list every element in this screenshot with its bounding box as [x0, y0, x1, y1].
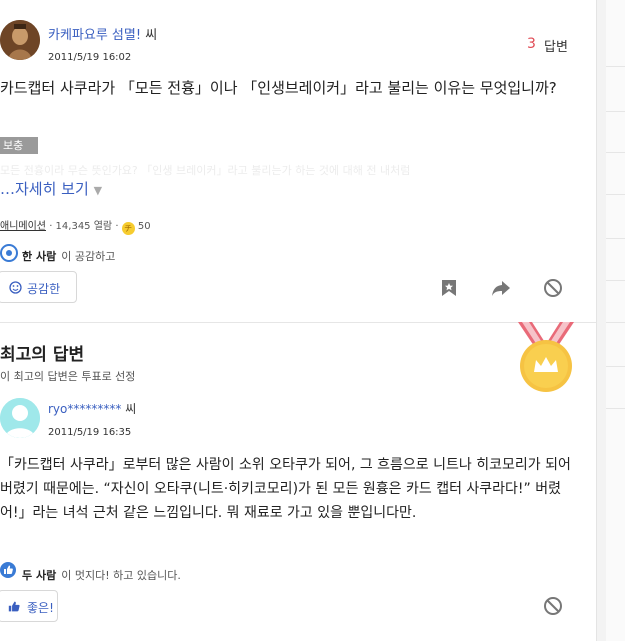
- like-summary: 두 사람 이 멋지다! 하고 있습니다.: [22, 564, 181, 583]
- answer-date: 2011/5/19 16:35: [48, 427, 132, 438]
- question-meta: 애니메이션 · 14,345 열람 · チ 50: [0, 221, 151, 235]
- like-count: 두 사람: [22, 569, 57, 582]
- empathy-text: 이 공감하고: [61, 250, 116, 263]
- bookmark-icon[interactable]: [440, 279, 458, 297]
- empathy-button[interactable]: 공감한: [0, 271, 77, 303]
- share-icon[interactable]: [491, 279, 511, 297]
- coin-amount: 50: [137, 221, 151, 232]
- side-strip: [606, 0, 625, 641]
- thumbs-up-icon: [8, 601, 20, 612]
- empathy-icon: [0, 244, 18, 262]
- question-card: 카케파요루 섬멸! 씨 2011/5/19 16:02 3 답변 카드캡터 사쿠…: [0, 0, 597, 641]
- question-avatar[interactable]: [0, 20, 40, 60]
- block-icon[interactable]: [543, 596, 563, 616]
- coin-icon: チ: [121, 222, 135, 235]
- answer-count[interactable]: 3: [527, 36, 536, 52]
- like-button[interactable]: 좋은!: [0, 590, 58, 622]
- best-answer-heading: 최고의 답변: [0, 345, 85, 365]
- question-text: 카드캡터 사쿠라가 「모든 전흉」이나 「인생브레이커」라고 불리는 이유는 무…: [0, 79, 557, 97]
- question-user-name[interactable]: 카케파요루 섬멸! 씨: [48, 24, 157, 43]
- category-link[interactable]: 애니메이션: [0, 221, 46, 232]
- more-link[interactable]: …자세히 보기 ▼: [0, 178, 102, 199]
- question-date: 2011/5/19 16:02: [48, 52, 132, 63]
- answer-text: 「카드캡터 사쿠라」로부터 많은 사람이 소위 오타쿠가 되어, 그 흐름으로 …: [0, 457, 571, 521]
- like-text: 이 멋지다! 하고 있습니다.: [61, 569, 181, 582]
- view-count: 14,345 열람: [55, 221, 113, 232]
- supplement-preview: 모든 전흉이라 무슨 뜻인가요? 「인생 브레이커」라고 불리는가 하는 것에 …: [0, 164, 411, 177]
- thumbs-up-icon: [0, 562, 16, 578]
- smile-icon: [9, 281, 22, 294]
- caret-down-icon: ▼: [93, 184, 103, 197]
- medal-icon: [518, 322, 574, 392]
- block-icon[interactable]: [543, 278, 563, 298]
- best-answer-subtext: 이 최고의 답변은 투표로 선정: [0, 370, 136, 383]
- empathy-summary: 한 사람 이 공감하고: [22, 245, 115, 264]
- supplement-label: 보충: [0, 137, 38, 154]
- answer-avatar[interactable]: [0, 398, 40, 438]
- answer-user-name[interactable]: ryo********* 씨: [48, 400, 136, 417]
- empathy-count: 한 사람: [22, 250, 57, 263]
- user-suffix: 씨: [145, 28, 158, 43]
- answer-label[interactable]: 답변: [544, 36, 568, 55]
- user-suffix: 씨: [125, 402, 137, 416]
- section-divider: [0, 322, 596, 323]
